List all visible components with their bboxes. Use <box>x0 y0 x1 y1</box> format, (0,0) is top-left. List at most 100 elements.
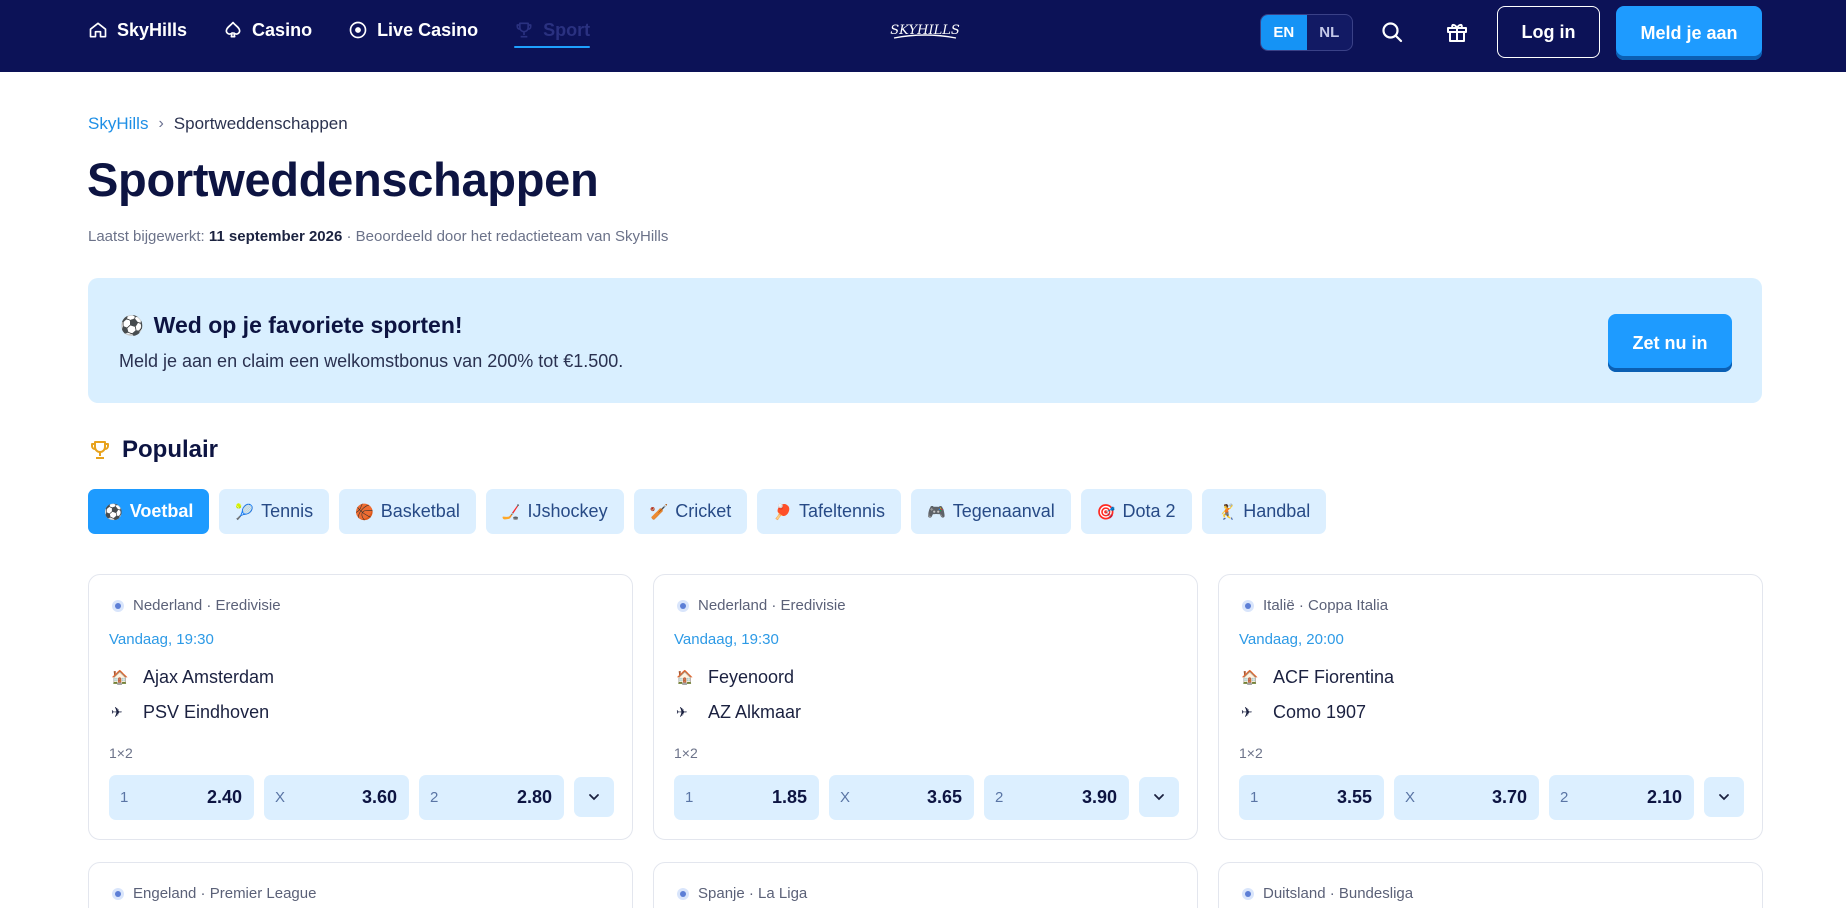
tab-tafeltennis[interactable]: 🏓 Tafeltennis <box>757 489 902 534</box>
promo-title: Wed op je favoriete sporten! <box>153 312 463 338</box>
table-tennis-icon: 🏓 <box>773 503 792 521</box>
match-league: Nederland · Eredivisie <box>676 597 846 614</box>
market-label: 1×2 <box>674 745 698 761</box>
tab-tegenaanval[interactable]: 🎮 Tegenaanval <box>911 489 1071 534</box>
home-team-icon: 🏠 <box>676 669 694 685</box>
cricket-icon: 🏏 <box>649 503 669 521</box>
updated-prefix: Laatst bijgewerkt: <box>88 228 205 245</box>
match-card[interactable]: Nederland · Eredivisie Vandaag, 19:30 🏠 A… <box>88 574 633 840</box>
tab-label: Tegenaanval <box>952 501 1055 521</box>
odd-button-home[interactable]: 1 1.85 <box>674 775 819 820</box>
odd-button-away[interactable]: 2 2.10 <box>1549 775 1694 820</box>
away-team: ✈ PSV Eindhoven <box>111 702 269 723</box>
globe-icon <box>1242 887 1254 900</box>
tab-voetbal[interactable]: ⚽ Voetbal <box>88 489 210 534</box>
gift-button[interactable] <box>1443 18 1471 46</box>
popular-title: Populair <box>122 436 219 463</box>
nav-item-label: Casino <box>252 19 313 40</box>
odd-value: 3.60 <box>361 787 397 807</box>
bet-now-button[interactable]: Zet nu in <box>1608 314 1732 372</box>
login-button[interactable]: Log in <box>1497 6 1600 58</box>
home-team-icon: 🏠 <box>1241 669 1259 685</box>
trophy-icon <box>91 441 109 459</box>
hockey-icon: 🏒 <box>501 503 521 521</box>
tab-cricket[interactable]: 🏏 Cricket <box>633 489 748 534</box>
page-title: Sportweddenschappen <box>87 153 599 206</box>
nav-item-casino[interactable]: Casino <box>223 0 312 60</box>
odd-button-draw[interactable]: X 3.60 <box>264 775 409 820</box>
odd-button-home[interactable]: 1 3.55 <box>1239 775 1384 820</box>
odd-label: 1 <box>1250 789 1259 806</box>
odd-value: 3.55 <box>1336 787 1372 807</box>
odd-value: 3.90 <box>1081 787 1117 807</box>
match-card[interactable]: Italië · Coppa Italia Vandaag, 20:00 🏠 AC… <box>1218 574 1763 840</box>
match-league: Spanje · La Liga <box>676 885 807 902</box>
tab-label: Cricket <box>675 501 732 521</box>
home-team-icon: 🏠 <box>111 669 129 685</box>
odd-label: X <box>1405 789 1416 806</box>
league-name: Nederland · Eredivisie <box>698 597 846 614</box>
gift-icon <box>1447 23 1467 42</box>
tennis-icon: 🎾 <box>235 503 255 521</box>
gamepad-icon: 🎮 <box>927 503 946 521</box>
tab-handbal[interactable]: 🤾 Handbal <box>1201 489 1327 534</box>
search-button[interactable] <box>1378 18 1406 46</box>
match-card[interactable]: Spanje · La Liga <box>653 862 1198 908</box>
signup-button[interactable]: Meld je aan <box>1616 6 1762 60</box>
nav-item-label: Sport <box>543 19 591 40</box>
tab-basketbal[interactable]: 🏀 Basketbal <box>339 489 476 534</box>
match-league: Italië · Coppa Italia <box>1241 597 1388 614</box>
airplane-icon: ✈ <box>1241 704 1253 720</box>
tab-ijshockey[interactable]: 🏒 IJshockey <box>485 489 624 534</box>
odd-label: X <box>840 789 851 806</box>
breadcrumb-current: Sportweddenschappen <box>173 114 348 133</box>
spade-icon <box>225 21 241 38</box>
language-option-nl[interactable]: NL <box>1307 15 1353 50</box>
odd-label: 2 <box>995 789 1004 806</box>
globe-icon <box>1242 599 1254 612</box>
away-team-name: PSV Eindhoven <box>143 702 270 722</box>
nav-item-sport[interactable]: Sport <box>514 0 591 60</box>
search-icon <box>1382 22 1403 43</box>
home-team-name: Feyenoord <box>708 667 795 687</box>
nav-item-home[interactable]: SkyHills <box>88 0 187 60</box>
match-time: Vandaag, 19:30 <box>674 631 779 648</box>
chevron-down-icon <box>1154 794 1164 801</box>
league-name: Spanje · La Liga <box>698 885 808 902</box>
more-markets-button[interactable] <box>574 777 614 817</box>
odd-button-draw[interactable]: X 3.65 <box>829 775 974 820</box>
handball-icon: 🤾 <box>1217 503 1237 521</box>
home-team: 🏠 Feyenoord <box>676 667 794 688</box>
league-name: Nederland · Eredivisie <box>133 597 281 614</box>
league-name: Italië · Coppa Italia <box>1263 597 1389 614</box>
odd-button-away[interactable]: 2 3.90 <box>984 775 1129 820</box>
language-option-en[interactable]: EN <box>1261 15 1307 50</box>
tab-label: Dota 2 <box>1122 501 1176 521</box>
home-icon <box>89 22 107 38</box>
breadcrumb-home-link[interactable]: SkyHills <box>88 114 148 134</box>
odd-button-away[interactable]: 2 2.80 <box>419 775 564 820</box>
updated-date: 11 september 2026 <box>208 228 343 245</box>
match-card[interactable]: Duitsland · Bundesliga <box>1218 862 1763 908</box>
tab-label: Tafeltennis <box>798 501 886 521</box>
league-name: Engeland · Premier League <box>133 885 317 902</box>
more-markets-button[interactable] <box>1704 777 1744 817</box>
more-markets-button[interactable] <box>1139 777 1179 817</box>
odds-row: 1 2.40 X 3.60 2 2.80 <box>109 775 614 820</box>
tab-dota-2[interactable]: 🎯 Dota 2 <box>1080 489 1192 534</box>
tab-tennis[interactable]: 🎾 Tennis <box>219 489 330 534</box>
nav-item-live-casino[interactable]: Live Casino <box>348 0 478 60</box>
league-name: Duitsland · Bundesliga <box>1263 885 1414 902</box>
promo-text: Meld je aan en claim een welkomstbonus v… <box>119 351 624 371</box>
match-card[interactable]: Nederland · Eredivisie Vandaag, 19:30 🏠 F… <box>653 574 1198 840</box>
odds-row: 1 1.85 X 3.65 2 3.90 <box>674 775 1179 820</box>
tab-label: Basketbal <box>380 501 460 521</box>
basketball-icon: 🏀 <box>355 503 374 521</box>
odd-button-draw[interactable]: X 3.70 <box>1394 775 1539 820</box>
odd-button-home[interactable]: 1 2.40 <box>109 775 254 820</box>
odd-label: 1 <box>685 789 694 806</box>
skyhills-logo[interactable]: SKYHILLS <box>888 18 962 44</box>
match-league: Nederland · Eredivisie <box>111 597 281 614</box>
sport-tabs: ⚽ Voetbal 🎾 Tennis 🏀 Basketbal 🏒 IJshockey 🏏… <box>88 489 1327 534</box>
match-card[interactable]: Engeland · Premier League <box>88 862 633 908</box>
